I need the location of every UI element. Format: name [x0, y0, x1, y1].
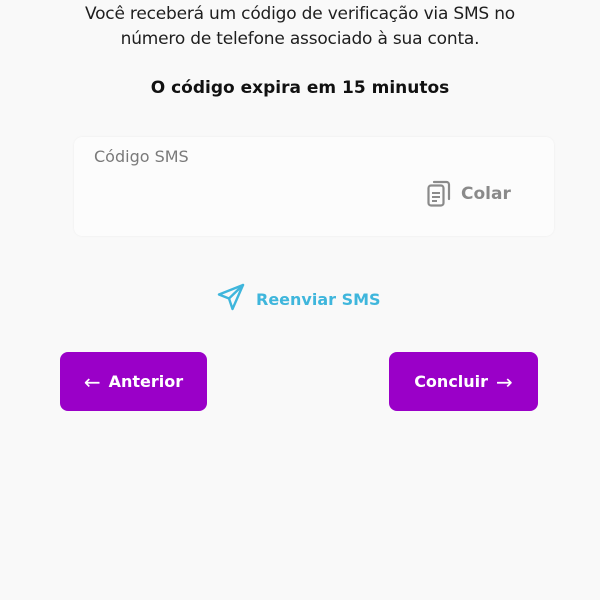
- finish-button-label: Concluir: [414, 372, 489, 391]
- previous-button[interactable]: ← Anterior: [60, 352, 207, 411]
- sms-code-input[interactable]: [94, 143, 414, 169]
- description-line-1: Você receberá um código de verificação v…: [84, 4, 516, 24]
- clipboard-icon: [427, 180, 451, 208]
- finish-button[interactable]: Concluir →: [389, 352, 538, 411]
- sms-code-card: Colar: [74, 137, 554, 236]
- sms-verification-page: Você receberá um código de verificação v…: [0, 0, 600, 600]
- expiry-notice: O código expira em 15 minutos: [150, 78, 450, 98]
- arrow-right-icon: →: [496, 369, 513, 394]
- arrow-left-icon: ←: [83, 369, 101, 394]
- description-line-2: número de telefone associado à sua conta…: [120, 29, 480, 49]
- paste-label: Colar: [461, 184, 511, 204]
- verification-description: Você receberá um código de verificação v…: [0, 2, 600, 52]
- send-icon: [216, 282, 246, 316]
- resend-sms-label: Reenviar SMS: [256, 289, 381, 309]
- resend-sms-button[interactable]: Reenviar SMS: [216, 283, 381, 315]
- previous-button-label: Anterior: [108, 372, 184, 391]
- paste-button[interactable]: Colar: [427, 179, 511, 209]
